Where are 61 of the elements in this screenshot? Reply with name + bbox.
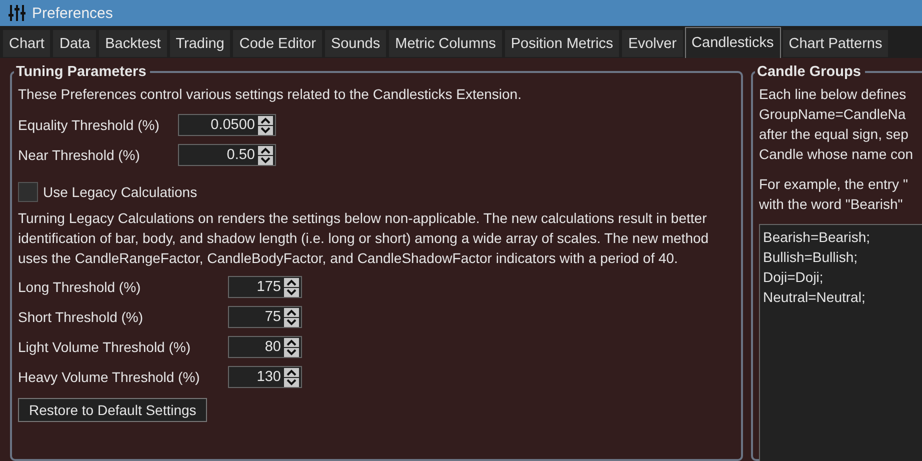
- tab[interactable]: Chart: [2, 29, 52, 58]
- number-spinner[interactable]: 175: [228, 276, 302, 298]
- description-line: Candle whose name con: [759, 145, 914, 164]
- group-line: Bearish=Bearish;: [763, 228, 872, 247]
- restore-button[interactable]: Restore to Default Settings: [18, 398, 208, 422]
- description-line: GroupName=CandleNa: [759, 105, 907, 124]
- spinner-value: 130: [256, 369, 282, 385]
- down-arrow-icon[interactable]: [258, 126, 273, 134]
- tab[interactable]: Position Metrics: [504, 29, 620, 58]
- number-spinner[interactable]: 0.0500: [178, 114, 276, 136]
- sliders-icon: [8, 4, 26, 22]
- tab[interactable]: Backtest: [98, 29, 168, 58]
- number-spinner[interactable]: 130: [228, 366, 302, 388]
- checkbox-label: Use Legacy Calculations: [43, 184, 198, 200]
- example-line: with the word "Bearish": [759, 195, 904, 214]
- group-line: Neutral=Neutral;: [763, 288, 866, 307]
- tab[interactable]: Candlesticks: [684, 27, 781, 58]
- field-label: Near Threshold (%): [18, 147, 141, 163]
- field-label: Light Volume Threshold (%): [18, 339, 192, 355]
- field-label: Long Threshold (%): [18, 279, 142, 295]
- checkbox[interactable]: [18, 182, 38, 202]
- up-arrow-icon[interactable]: [258, 116, 273, 124]
- window-title: Preferences: [32, 4, 113, 22]
- down-arrow-icon[interactable]: [258, 156, 273, 164]
- tab[interactable]: Evolver: [621, 29, 684, 58]
- spinner-value: 75: [264, 309, 282, 325]
- up-arrow-icon[interactable]: [284, 338, 299, 346]
- tab[interactable]: Trading: [168, 29, 232, 58]
- up-arrow-icon[interactable]: [284, 278, 299, 286]
- down-arrow-icon[interactable]: [284, 288, 299, 296]
- tab[interactable]: Sounds: [324, 29, 388, 58]
- spinner-value: 0.0500: [210, 117, 256, 133]
- tab[interactable]: Metric Columns: [388, 29, 503, 58]
- down-arrow-icon[interactable]: [284, 318, 299, 326]
- up-arrow-icon[interactable]: [284, 308, 299, 316]
- description-line: after the equal sign, sep: [759, 125, 910, 144]
- spinner-value: 175: [256, 279, 282, 295]
- field-label: Equality Threshold (%): [18, 117, 160, 133]
- down-arrow-icon[interactable]: [284, 348, 299, 356]
- group-line: Bullish=Bullish;: [763, 248, 859, 267]
- up-arrow-icon[interactable]: [284, 368, 299, 376]
- panel-title: Candle Groups: [756, 64, 862, 80]
- tab[interactable]: Data: [52, 29, 98, 58]
- tab[interactable]: Code Editor: [232, 29, 323, 58]
- spinner-value: 80: [264, 339, 282, 355]
- tab[interactable]: Chart Patterns: [782, 29, 890, 58]
- number-spinner[interactable]: 0.50: [178, 144, 276, 166]
- number-spinner[interactable]: 80: [228, 336, 302, 358]
- spinner-value: 0.50: [226, 147, 256, 163]
- legacy-note: Turning Legacy Calculations on renders the settings below non-applicable. The new calculations result in better identification of bar, body, and shadow length (i.e. long or short) among a wide array of scales. The new method uses the CandleRangeFactor, CandleBodyFactor, and CandleShadowFactor indicators with a period of 40.: [18, 209, 710, 268]
- number-spinner[interactable]: 75: [228, 306, 302, 328]
- up-arrow-icon[interactable]: [258, 146, 273, 154]
- example-line: For example, the entry ": [759, 175, 909, 194]
- group-line: Doji=Doji;: [763, 268, 824, 287]
- panel-title: Tuning Parameters: [15, 64, 148, 80]
- intro-text: These Preferences control various settings related to the Candlesticks Extension.: [18, 85, 522, 104]
- down-arrow-icon[interactable]: [284, 378, 299, 386]
- groups-text-area[interactable]: Bearish=Bearish; Bullish=Bullish; Doji=Doji; Neutral=Neutral;: [759, 224, 922, 461]
- description-line: Each line below defines: [759, 85, 908, 104]
- field-label: Heavy Volume Threshold (%): [18, 369, 201, 385]
- field-label: Short Threshold (%): [18, 309, 144, 325]
